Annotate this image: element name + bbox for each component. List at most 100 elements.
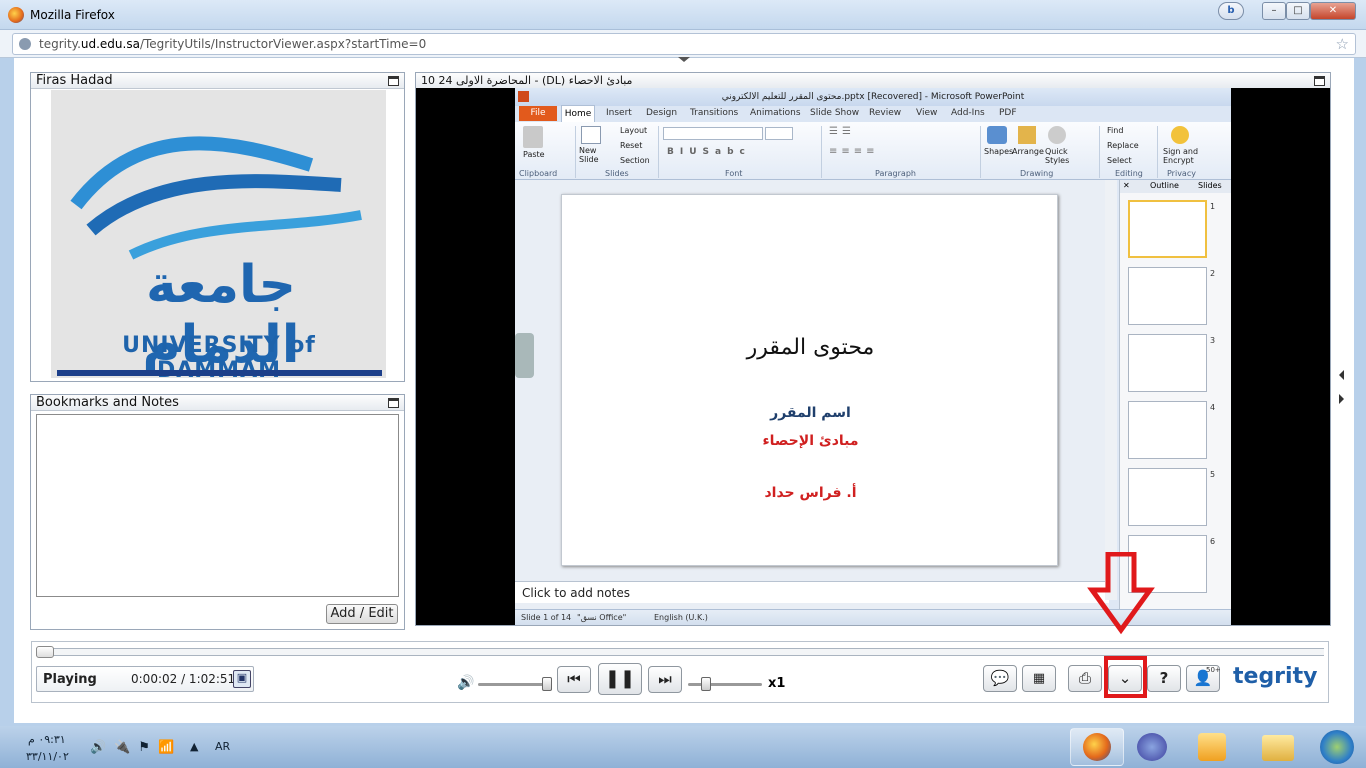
grid-view-button[interactable]: ▦ — [1022, 665, 1056, 692]
maximize-panel-icon[interactable] — [388, 76, 399, 86]
ppt-title: محتوى المقرر للتعليم الالكتروني.pptx [Re… — [515, 88, 1231, 106]
reset-button[interactable]: Reset — [620, 141, 642, 150]
ribbon: Paste Clipboard New Slide Layout Reset S… — [515, 122, 1231, 180]
shapes-icon[interactable] — [987, 126, 1007, 144]
slide-number: 6 — [1210, 537, 1216, 546]
tab-addins[interactable]: Add-Ins — [951, 108, 985, 118]
help-button[interactable]: ? — [1147, 665, 1181, 692]
bookmarks-title: Bookmarks and Notes — [31, 395, 404, 411]
clock-date: ٣٣/١١/٠٢ — [26, 750, 69, 763]
taskbar-firefox[interactable] — [1070, 728, 1124, 766]
align-buttons[interactable]: ≡≡≡≡ — [829, 146, 879, 157]
replace-button[interactable]: Replace — [1107, 141, 1139, 150]
slide-number: 5 — [1210, 470, 1216, 479]
thumb-tabs: ✕ Outline Slides — [1120, 180, 1231, 193]
previous-button[interactable]: ⏮ — [557, 666, 591, 693]
volume-slider[interactable] — [478, 683, 552, 686]
notes-pane[interactable]: Click to add notes — [515, 581, 1109, 603]
extension-icon[interactable]: b — [1218, 2, 1244, 20]
tray-expand-icon[interactable]: ▲ — [190, 740, 198, 753]
next-button[interactable]: ⏭ — [648, 666, 682, 693]
tab-view[interactable]: View — [916, 108, 937, 118]
slide-canvas[interactable]: محتوى المقرر اسم المقرر مبادئ الإحصاء أ.… — [561, 194, 1058, 566]
bookmark-star-icon[interactable]: ☆ — [1336, 35, 1349, 53]
tab-outline[interactable]: Outline — [1150, 181, 1179, 190]
right-arrow-icon[interactable] — [1339, 394, 1344, 404]
url-field[interactable]: tegrity.ud.edu.sa/TegrityUtils/Instructo… — [12, 33, 1356, 55]
left-arrow-icon[interactable] — [1339, 370, 1344, 380]
timeline-handle[interactable] — [36, 646, 54, 658]
group-editing: Editing — [1115, 169, 1143, 178]
chat-button[interactable]: 💬 — [983, 665, 1017, 692]
maximize-panel-icon[interactable] — [388, 398, 399, 408]
font-format-buttons[interactable]: BIUSabc — [667, 147, 751, 157]
select-button[interactable]: Select — [1107, 156, 1132, 165]
side-handle[interactable] — [515, 333, 534, 378]
presenter-name: Firas Hadad — [31, 73, 404, 89]
tab-pdf[interactable]: PDF — [999, 108, 1017, 118]
window-title: Mozilla Firefox — [30, 8, 115, 22]
taskbar-folder-icon[interactable] — [1262, 735, 1294, 761]
quick-styles-icon[interactable] — [1048, 126, 1066, 144]
clock-time: ٠٩:٣١ م — [28, 733, 66, 746]
sign-encrypt-icon[interactable] — [1171, 126, 1189, 144]
language-indicator[interactable]: AR — [215, 740, 230, 753]
collapse-toolbar-icon[interactable] — [678, 57, 690, 62]
slide-thumbnail[interactable] — [1128, 267, 1207, 325]
editor-scrollbar[interactable] — [1105, 180, 1117, 600]
tab-file[interactable]: File — [519, 106, 557, 121]
tray-icons[interactable]: 🔊🔌⚑📶 — [90, 740, 182, 755]
tab-home[interactable]: Home — [561, 105, 595, 122]
tab-design[interactable]: Design — [646, 108, 677, 118]
tab-slides[interactable]: Slides — [1198, 181, 1222, 190]
font-family-box[interactable] — [663, 127, 763, 140]
timeline-track[interactable] — [36, 648, 1324, 656]
new-slide-label: New Slide — [579, 146, 599, 164]
slide-thumbnail[interactable] — [1128, 200, 1207, 258]
powerpoint-recording: محتوى المقرر للتعليم الالكتروني.pptx [Re… — [515, 88, 1231, 625]
speed-slider[interactable] — [688, 683, 762, 686]
arrange-icon[interactable] — [1018, 126, 1036, 144]
slide-line-1: اسم المقرر — [770, 405, 851, 421]
layout-button[interactable]: Layout — [620, 126, 647, 135]
maximize-button[interactable]: □ — [1286, 2, 1310, 20]
pause-button[interactable]: ❚❚ — [598, 663, 642, 695]
speed-knob[interactable] — [701, 677, 711, 691]
add-edit-button[interactable]: Add / Edit — [326, 604, 398, 624]
close-pane-icon[interactable]: ✕ — [1123, 181, 1130, 190]
list-buttons[interactable]: ☰☰ — [829, 126, 855, 137]
slide-thumbnail[interactable] — [1128, 401, 1207, 459]
taskbar-media-icon[interactable] — [1198, 733, 1226, 761]
font-size-box[interactable] — [765, 127, 793, 140]
tab-insert[interactable]: Insert — [606, 108, 632, 118]
shapes-label: Shapes — [984, 147, 1014, 156]
url-text: tegrity.ud.edu.sa/TegrityUtils/Instructo… — [39, 37, 427, 51]
slide-thumbnail[interactable] — [1128, 334, 1207, 392]
speed-label: x1 — [768, 676, 786, 691]
volume-icon[interactable]: 🔊 — [457, 675, 474, 691]
start-button[interactable] — [1320, 730, 1354, 764]
paste-icon[interactable] — [523, 126, 543, 148]
maximize-panel-icon[interactable] — [1314, 76, 1325, 86]
playback-status: Playing 0:00:02 / 1:02:51 — [36, 666, 254, 692]
section-button[interactable]: Section — [620, 156, 650, 165]
volume-knob[interactable] — [542, 677, 552, 691]
screen-icon[interactable]: ▣ — [233, 670, 251, 688]
red-highlight-box — [1104, 656, 1147, 698]
tab-transitions[interactable]: Transitions — [690, 108, 738, 118]
close-button[interactable]: ✕ — [1310, 2, 1356, 20]
tab-animations[interactable]: Animations — [750, 108, 801, 118]
taskbar-app-icon[interactable] — [1137, 733, 1167, 761]
print-button[interactable]: ⎙ — [1068, 665, 1102, 692]
tab-review[interactable]: Review — [869, 108, 901, 118]
notes-textarea[interactable] — [36, 414, 399, 597]
globe-icon — [19, 38, 31, 50]
tegrity-logo: tegrity — [1233, 664, 1318, 689]
minimize-button[interactable]: – — [1262, 2, 1286, 20]
find-button[interactable]: Find — [1107, 126, 1123, 135]
new-slide-icon[interactable] — [581, 126, 601, 144]
slide-thumbnail[interactable] — [1128, 468, 1207, 526]
tab-slideshow[interactable]: Slide Show — [810, 108, 859, 118]
slide-number: 3 — [1210, 336, 1216, 345]
slide-number: 1 — [1210, 202, 1216, 211]
